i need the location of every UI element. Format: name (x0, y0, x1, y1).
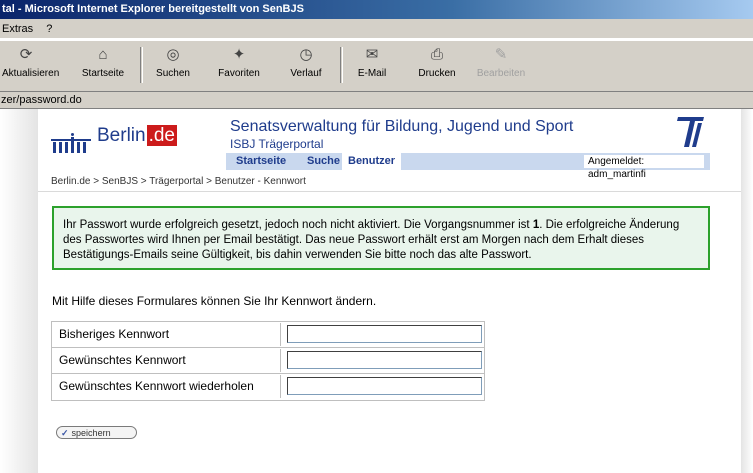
refresh-button[interactable]: ⟳ Aktualisieren (2, 43, 59, 87)
department-title: Senatsverwaltung für Bildung, Jugend und… (230, 118, 574, 135)
current-password-label: Bisheriges Kennwort (52, 323, 281, 346)
home-label: Startseite (81, 68, 125, 79)
form-row: Gewünschtes Kennwort (52, 349, 484, 372)
edit-icon: ✎ (494, 46, 508, 63)
menu-bar: Extras ? (0, 19, 753, 39)
new-password-label: Gewünschtes Kennwort (52, 349, 281, 372)
form-intro: Mit Hilfe dieses Formulares können Sie I… (52, 294, 377, 308)
row-divider (52, 373, 484, 374)
logged-in-status: Angemeldet: adm_martinfi (584, 155, 704, 180)
new-password-field[interactable] (287, 351, 482, 369)
toolbar-separator (340, 47, 343, 83)
browser-toolbar: ⟳ Aktualisieren ⌂ Startseite ◎ Suchen ✦ … (0, 40, 753, 92)
search-button[interactable]: ◎ Suchen (150, 43, 196, 87)
traegerportal-logo-icon (674, 113, 708, 149)
mail-button[interactable]: ✉ E-Mail (352, 43, 392, 87)
history-label: Verlauf (290, 68, 322, 79)
save-button[interactable]: ✓ speichern (56, 426, 137, 439)
toolbar-separator (140, 47, 143, 83)
message-text-start: Ihr Passwort wurde erfolgreich gesetzt, … (63, 219, 533, 231)
checkmark-icon: ✓ (61, 428, 69, 438)
nav-benutzer[interactable]: Benutzer (342, 153, 402, 170)
breadcrumb-divider (38, 191, 741, 192)
repeat-password-label: Gewünschtes Kennwort wiederholen (52, 375, 281, 398)
portal-subtitle: ISBJ Trägerportal (230, 137, 324, 151)
home-button[interactable]: ⌂ Startseite (80, 43, 126, 87)
success-message: Ihr Passwort wurde erfolgreich gesetzt, … (52, 206, 710, 270)
print-label: Drucken (418, 68, 456, 79)
main-nav: Startseite Suche Benutzer Angemeldet: ad… (226, 153, 710, 180)
menu-help[interactable]: ? (46, 23, 52, 35)
current-password-field[interactable] (287, 325, 482, 343)
nav-startseite[interactable]: Startseite (236, 153, 286, 170)
edit-button[interactable]: ✎ Bearbeiten (474, 43, 528, 87)
form-row: Bisheriges Kennwort (52, 323, 484, 346)
right-gutter (741, 109, 753, 473)
save-label: speichern (71, 428, 111, 438)
page-content: Berlin .de Senatsverwaltung für Bildung, … (38, 109, 741, 473)
password-form: Bisheriges Kennwort Gewünschtes Kennwort… (51, 321, 485, 401)
row-divider (52, 347, 484, 348)
favorites-label: Favoriten (218, 68, 260, 79)
edit-label: Bearbeiten (476, 68, 526, 79)
berlin-logo-text: Berlin .de (97, 125, 177, 146)
site-header: Berlin .de Senatsverwaltung für Bildung, … (38, 109, 741, 180)
window-title: tal - Microsoft Internet Explorer bereit… (0, 0, 753, 19)
print-icon: ⎙ (430, 46, 443, 63)
berlin-logo[interactable]: Berlin .de (51, 121, 211, 153)
search-icon: ◎ (166, 46, 180, 63)
page-viewport: Berlin .de Senatsverwaltung für Bildung, … (0, 109, 753, 473)
nav-suche[interactable]: Suche (307, 153, 340, 170)
mail-icon: ✉ (365, 46, 379, 63)
search-label: Suchen (156, 68, 190, 79)
refresh-label: Aktualisieren (2, 68, 60, 79)
home-icon: ⌂ (98, 46, 108, 63)
form-row: Gewünschtes Kennwort wiederholen (52, 375, 484, 398)
print-button[interactable]: ⎙ Drucken (414, 43, 460, 87)
history-icon: ◷ (299, 46, 313, 63)
left-gutter (0, 109, 38, 473)
mail-label: E-Mail (357, 68, 387, 79)
favorites-button[interactable]: ✦ Favoriten (214, 43, 264, 87)
breadcrumb: Berlin.de > SenBJS > Trägerportal > Benu… (51, 176, 306, 187)
refresh-icon: ⟳ (19, 46, 33, 63)
repeat-password-field[interactable] (287, 377, 482, 395)
berlin-logo-bars-icon (51, 133, 91, 153)
menu-extras[interactable]: Extras (2, 23, 33, 35)
history-button[interactable]: ◷ Verlauf (285, 43, 327, 87)
favorites-icon: ✦ (232, 46, 246, 63)
address-bar[interactable]: zer/password.do (0, 92, 753, 109)
address-url[interactable]: zer/password.do (0, 92, 82, 108)
